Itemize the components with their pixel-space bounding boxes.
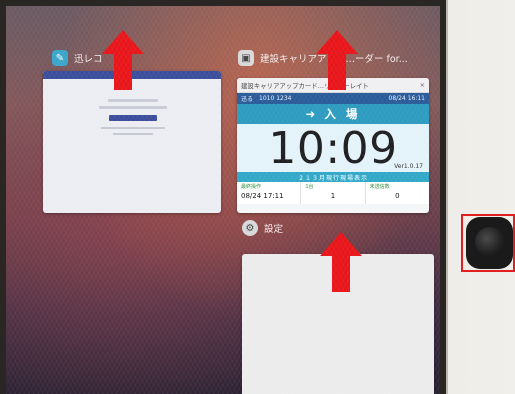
stat-unsent-value: 0: [395, 192, 400, 200]
version-label: Ver1.0.17: [394, 163, 423, 170]
stats-row: 最終操作 08/24 17:11 1台 1 未送信数 0: [237, 182, 429, 204]
clock-time: 10:09: [268, 123, 398, 174]
swipe-up-arrow-icon: [320, 232, 362, 292]
link-thumb-2: [113, 133, 153, 135]
app-card-card-reader[interactable]: 建設キャリアアップカード…リーダーレイト × 迅る 1010 1234 08/2…: [237, 78, 429, 213]
info-date: 08/24 16:11: [388, 95, 426, 102]
stat-count: 1台 1: [301, 182, 366, 204]
link-thumb-1: [101, 127, 165, 129]
app-label-record[interactable]: ✎ 迅レコ: [52, 50, 103, 66]
login-button-thumb: [109, 115, 157, 121]
swipe-up-arrow-icon: [102, 30, 144, 90]
stat-unsent-label: 未送信数: [369, 184, 390, 190]
app-name-settings: 設定: [264, 224, 284, 235]
card-reader-app-icon: ▣: [238, 50, 254, 66]
settings-gear-icon: ⚙: [242, 220, 258, 236]
info-id: 1010 1234: [259, 95, 292, 102]
entry-arrow-icon: ➜: [305, 107, 319, 121]
stat-unsent: 未送信数 0: [366, 182, 429, 204]
close-icon[interactable]: ×: [420, 81, 425, 89]
username-field-thumb: [107, 99, 159, 102]
app-label-settings[interactable]: ⚙ 設定: [242, 220, 283, 236]
swipe-up-arrow-icon: [316, 30, 358, 90]
stat-count-label: 1台: [305, 184, 314, 190]
entry-status-label: 入 場: [324, 107, 361, 121]
clock-area: 10:09 Ver1.0.17: [237, 124, 429, 172]
app-card-record[interactable]: [43, 71, 221, 213]
info-left: 迅る: [241, 96, 254, 103]
entry-status: ➜ 入 場: [237, 104, 429, 124]
app-switcher-screen: ✎ 迅レコ ▣ 建設キャリアアップ…ーダー for... 建設キャリアアップカー…: [6, 6, 440, 394]
tablet-device: ✎ 迅レコ ▣ 建設キャリアアップ…ーダー for... 建設キャリアアップカー…: [0, 0, 515, 394]
stat-last-op-label: 最終操作: [241, 184, 262, 190]
stat-last-op: 最終操作 08/24 17:11: [237, 182, 302, 204]
tablet-bezel: ✎ 迅レコ ▣ 建設キャリアアップ…ーダー for... 建設キャリアアップカー…: [0, 0, 448, 394]
app-name-record: 迅レコ: [74, 54, 103, 65]
stat-count-value: 1: [330, 192, 336, 200]
login-form-thumbnail: [91, 95, 175, 179]
password-field-thumb: [99, 106, 167, 109]
record-app-icon: ✎: [52, 50, 68, 66]
home-button-highlight: [461, 214, 515, 272]
stat-last-op-value: 08/24 17:11: [241, 192, 284, 200]
clock-infobar: 迅る 1010 1234 08/24 16:11: [237, 93, 429, 104]
